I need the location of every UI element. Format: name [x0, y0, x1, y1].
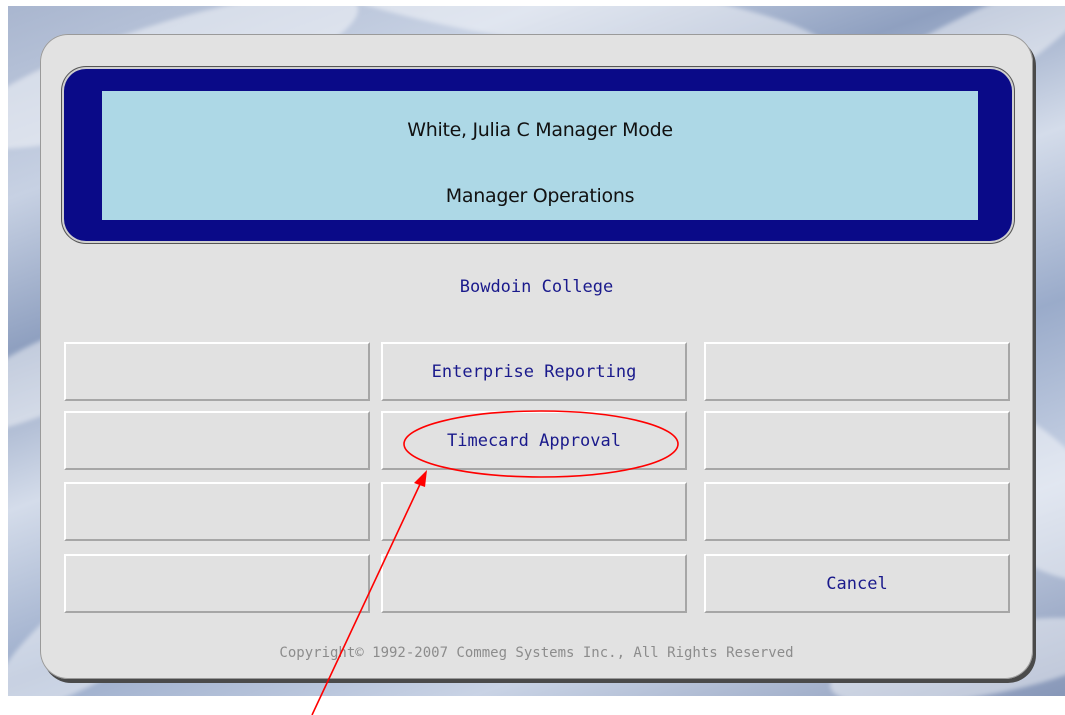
menu-button-empty[interactable] [64, 342, 370, 401]
enterprise-reporting-button[interactable]: Enterprise Reporting [381, 342, 687, 401]
menu-button-empty[interactable] [704, 411, 1010, 470]
menu-button-empty[interactable] [704, 342, 1010, 401]
menu-button-empty[interactable] [64, 411, 370, 470]
organization-name: Bowdoin College [459, 277, 614, 297]
title-box: White, Julia C Manager Mode Manager Oper… [102, 91, 978, 220]
cancel-button[interactable]: Cancel [704, 554, 1010, 613]
menu-button-empty[interactable] [704, 482, 1010, 541]
menu-button-empty[interactable] [64, 554, 370, 613]
menu-button-empty[interactable] [381, 482, 687, 541]
copyright-footer: Copyright© 1992-2007 Commeg Systems Inc.… [279, 645, 794, 661]
user-mode-title: White, Julia C Manager Mode [407, 119, 673, 141]
screenshot-canvas: White, Julia C Manager Mode Manager Oper… [0, 0, 1065, 715]
section-title: Manager Operations [445, 185, 635, 207]
menu-button-empty[interactable] [381, 554, 687, 613]
menu-button-empty[interactable] [64, 482, 370, 541]
timecard-approval-button[interactable]: Timecard Approval [381, 411, 687, 470]
